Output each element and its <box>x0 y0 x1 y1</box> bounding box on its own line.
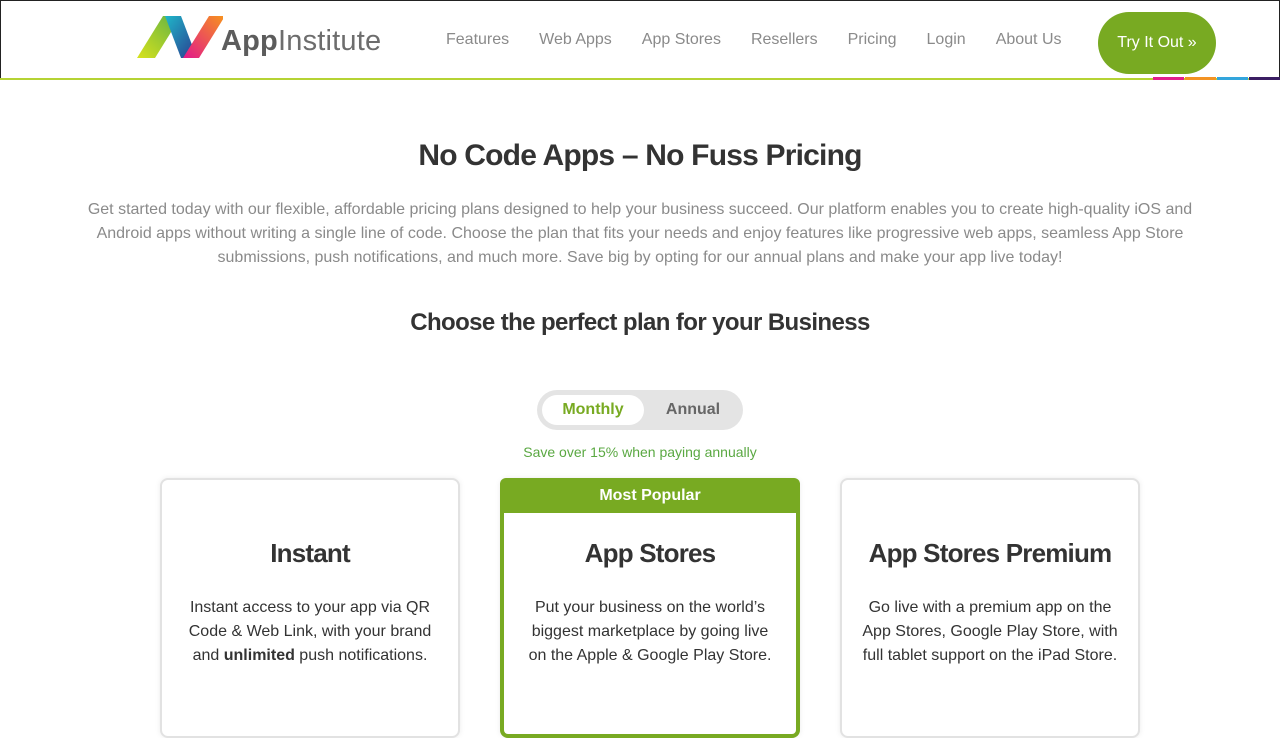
plan-title: App Stores <box>584 538 716 568</box>
header-accent-bars <box>1152 77 1280 80</box>
accent-bar-orange <box>1185 77 1216 80</box>
accent-bar-purple <box>1249 77 1280 80</box>
nav-app-stores[interactable]: App Stores <box>642 31 721 49</box>
accent-bar-magenta <box>1153 77 1184 80</box>
main-nav: Features Web Apps App Stores Resellers P… <box>431 31 1077 49</box>
logo-mark-icon <box>137 16 223 58</box>
try-it-out-button[interactable]: Try It Out » <box>1098 12 1216 74</box>
plan-card-app-stores: App Stores Put your business on the worl… <box>500 478 800 738</box>
page-title: No Code Apps – No Fuss Pricing <box>418 139 862 172</box>
most-popular-badge: Most Popular <box>500 478 800 513</box>
billing-toggle: Monthly Annual <box>537 390 743 430</box>
page-description: Get started today with our flexible, aff… <box>87 201 1193 266</box>
billing-annual-option[interactable]: Annual <box>649 395 737 425</box>
plan-title: Instant <box>270 538 350 568</box>
plan-title: App Stores Premium <box>868 538 1113 568</box>
nav-about-us[interactable]: About Us <box>996 31 1062 49</box>
plan-card-app-stores-premium: App Stores Premium Go live with a premiu… <box>840 478 1140 738</box>
nav-web-apps[interactable]: Web Apps <box>539 31 612 49</box>
annual-savings-note: Save over 15% when paying annually <box>523 444 757 460</box>
plan-description: Put your business on the world’s biggest… <box>528 599 772 664</box>
nav-pricing[interactable]: Pricing <box>848 31 897 49</box>
accent-bar-blue <box>1217 77 1248 80</box>
header-divider <box>0 78 1280 80</box>
nav-login[interactable]: Login <box>927 31 966 49</box>
billing-monthly-option[interactable]: Monthly <box>542 395 644 425</box>
nav-resellers[interactable]: Resellers <box>751 31 818 49</box>
plans-subtitle: Choose the perfect plan for your Busines… <box>410 309 870 336</box>
site-header: AppInstitute Features Web Apps App Store… <box>0 0 1280 80</box>
appinstitute-logo[interactable]: AppInstitute <box>135 13 391 63</box>
plan-card-instant: Instant Instant access to your app via Q… <box>160 478 460 738</box>
plan-description: Instant access to your app via QR Code &… <box>188 599 432 664</box>
nav-features[interactable]: Features <box>446 31 509 49</box>
logo-wordmark: AppInstitute <box>221 24 382 57</box>
plan-description: Go live with a premium app on the App St… <box>862 599 1118 664</box>
